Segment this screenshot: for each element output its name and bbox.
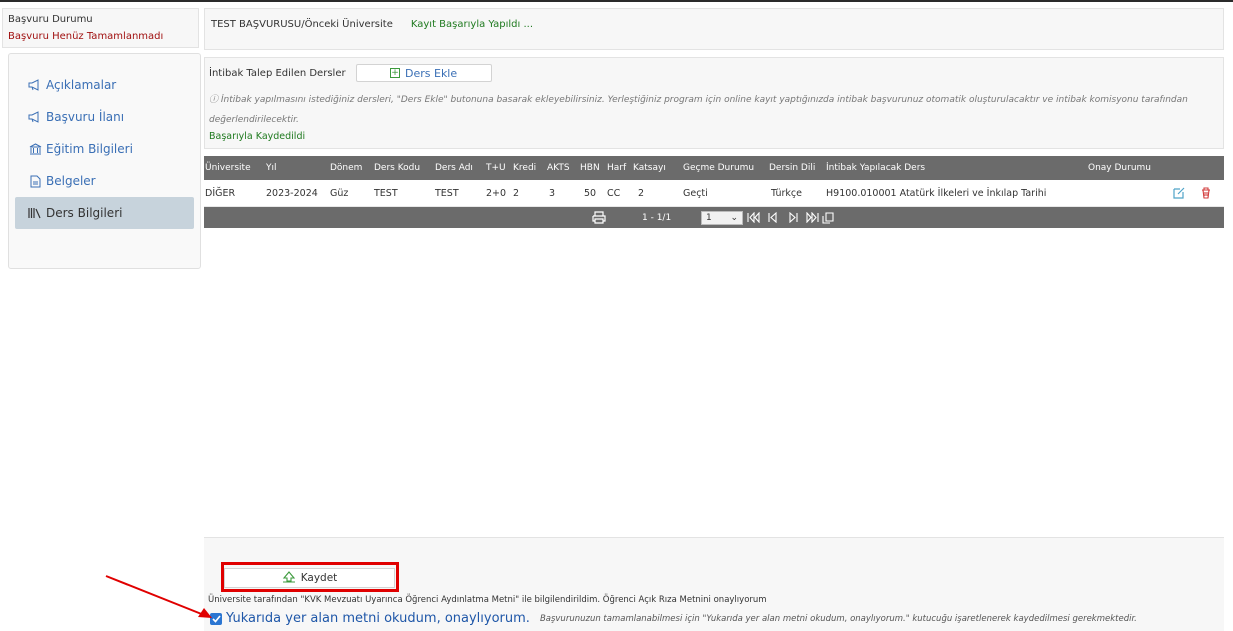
col-yil: Yıl <box>266 163 277 173</box>
cell-tu: 2+0 <box>486 187 507 199</box>
document-icon <box>27 173 43 189</box>
application-title: TEST BAŞVURUSU/Önceki Üniversite <box>211 19 393 30</box>
col-gecme-durumu: Geçme Durumu <box>683 163 755 173</box>
next-page-icon[interactable] <box>788 207 798 228</box>
pager-range: 1 - 1/1 <box>642 212 672 223</box>
bottom-panel: Kaydet Üniversite tarafından "KVK Mevzua… <box>204 537 1224 631</box>
page-select-value: 1 <box>706 212 712 223</box>
application-header: TEST BAŞVURUSU/Önceki Üniversite Kayıt B… <box>204 8 1224 50</box>
cell-kredi: 2 <box>513 187 520 199</box>
col-hbn: HBN <box>580 163 600 173</box>
col-ders-kodu: Ders Kodu <box>374 163 421 173</box>
cell-donem: Güz <box>330 187 349 199</box>
sidebar-item-label: Ders Bilgileri <box>46 206 123 220</box>
sidebar-item-label: Açıklamalar <box>46 78 117 92</box>
kvk-consent-text: Üniversite tarafından "KVK Mevzuatı Uyar… <box>208 595 767 605</box>
top-border-line <box>0 0 1233 2</box>
page-select[interactable]: 1 ⌄ <box>701 207 743 228</box>
application-status-box: Başvuru Durumu Başvuru Henüz Tamamlanmad… <box>2 8 199 48</box>
table-pager: 1 - 1/1 1 ⌄ <box>204 207 1224 228</box>
registration-status: Kayıt Başarıyla Yapıldı ... <box>410 19 534 30</box>
col-donem: Dönem <box>330 163 363 173</box>
cell-katsayi: 2 <box>638 187 645 199</box>
first-page-icon[interactable] <box>747 207 761 228</box>
intibak-label: İntibak Talep Edilen Dersler <box>209 67 346 79</box>
col-akts: AKTS <box>547 163 570 173</box>
add-course-label: Ders Ekle <box>405 66 458 80</box>
plus-icon: + <box>390 68 400 78</box>
col-ders-adi: Ders Adı <box>435 163 473 173</box>
consent-note: Başvurunuzun tamamlanabilmesi için "Yuka… <box>539 613 1137 624</box>
print-icon[interactable] <box>592 207 606 228</box>
megaphone-icon <box>27 109 43 125</box>
col-tu: T+U <box>486 163 506 173</box>
cell-harf: CC <box>607 187 621 199</box>
edit-icon[interactable] <box>1173 180 1185 206</box>
col-onay-durumu: Onay Durumu <box>1088 163 1151 173</box>
status-value: Başvuru Henüz Tamamlanmadı <box>8 31 164 42</box>
consent-row: Yukarıda yer alan metni okudum, onaylıyo… <box>210 611 1137 626</box>
cell-ders-kodu: TEST <box>374 187 398 199</box>
delete-icon[interactable] <box>1201 180 1211 206</box>
sidebar-item-aciklamalar[interactable]: Açıklamalar <box>15 69 194 101</box>
sidebar-item-label: Belgeler <box>46 174 96 188</box>
table-header: Üniversite Yıl Dönem Ders Kodu Ders Adı … <box>204 156 1224 180</box>
megaphone-icon <box>27 77 43 93</box>
side-nav: Açıklamalar Başvuru İlanı Eğitim Bilgile… <box>8 53 201 269</box>
sidebar-item-basvuru-ilani[interactable]: Başvuru İlanı <box>15 101 194 133</box>
col-universite: Üniversite <box>205 163 251 173</box>
courses-table: Üniversite Yıl Dönem Ders Kodu Ders Adı … <box>204 156 1224 228</box>
col-kredi: Kredi <box>513 163 537 173</box>
sidebar-item-label: Eğitim Bilgileri <box>46 142 133 156</box>
cell-hbn: 50 <box>584 187 597 199</box>
cell-yil: 2023-2024 <box>266 187 318 199</box>
sidebar-item-label: Başvuru İlanı <box>46 110 125 124</box>
cell-ders-adi: TEST <box>435 187 459 199</box>
cell-gecme-durumu: Geçti <box>683 187 708 199</box>
save-button-highlight <box>221 562 399 592</box>
annotation-arrow-icon <box>105 575 212 618</box>
sidebar-item-belgeler[interactable]: Belgeler <box>15 165 194 197</box>
books-icon <box>27 205 43 221</box>
sidebar-item-ders-bilgileri[interactable]: Ders Bilgileri <box>15 197 194 229</box>
col-intibak-ders: İntibak Yapılacak Ders <box>826 163 926 173</box>
table-row: DİĞER 2023-2024 Güz TEST TEST 2+0 2 3 50… <box>204 180 1224 207</box>
sidebar-item-egitim-bilgileri[interactable]: Eğitim Bilgileri <box>15 133 194 165</box>
saved-message: Başarıyla Kaydedildi <box>209 131 306 142</box>
consent-label[interactable]: Yukarıda yer alan metni okudum, onaylıyo… <box>226 611 530 626</box>
chevron-down-icon: ⌄ <box>730 212 738 223</box>
info-line-1: ⓘ İntibak yapılmasını istediğiniz dersle… <box>209 95 1188 105</box>
col-harf: Harf <box>607 163 627 173</box>
col-katsayi: Katsayı <box>633 163 666 173</box>
copy-icon[interactable] <box>822 207 834 228</box>
cell-intibak-ders: H9100.010001 Atatürk İlkeleri ve İnkılap… <box>826 187 1047 199</box>
prev-page-icon[interactable] <box>768 207 778 228</box>
last-page-icon[interactable] <box>805 207 819 228</box>
col-dersin-dili: Dersin Dili <box>769 163 816 173</box>
intibak-panel: İntibak Talep Edilen Dersler + Ders Ekle… <box>204 57 1224 149</box>
intibak-info-text: ⓘ İntibak yapılmasını istediğiniz dersle… <box>209 90 1219 130</box>
info-line-2: değerlendirilecektir. <box>209 115 299 125</box>
add-course-button[interactable]: + Ders Ekle <box>355 64 492 82</box>
cell-akts: 3 <box>549 187 556 199</box>
cell-dersin-dili: Türkçe <box>771 187 802 199</box>
cell-universite: DİĞER <box>205 187 236 199</box>
university-icon <box>27 141 43 157</box>
status-title: Başvuru Durumu <box>8 14 93 25</box>
